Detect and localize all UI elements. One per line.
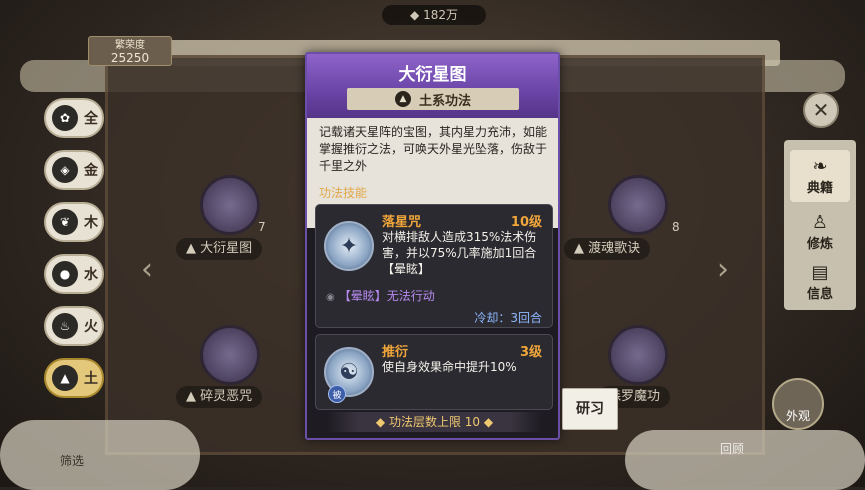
skills-section-title: 功法技能 [319, 186, 368, 200]
layer-limit-text: 功法层数上限 10 [388, 415, 481, 429]
technique-card-name: 渡魂歌诀 [588, 241, 641, 256]
side-tab-classics[interactable]: ❧ 典籍 [790, 150, 850, 202]
element-tab-label: 土 [84, 371, 98, 387]
metal-icon: ◈ [52, 157, 78, 183]
background-cloud [625, 430, 865, 490]
passive-badge-label: 被 [332, 390, 342, 401]
skill-card: ✦ 落星咒 10级 对横排敌人造成315%法术伤害，并以75%几率施加1回合【晕… [315, 204, 553, 328]
earth-icon: ▲ [52, 365, 78, 391]
study-button[interactable]: 研习 [562, 388, 618, 430]
close-button[interactable]: ✕ [803, 92, 839, 128]
ornament-icon: ◆ [480, 415, 494, 429]
bullet-icon: ◉ [326, 292, 335, 303]
passive-badge: 被 [328, 385, 346, 403]
technique-card-name: 碎灵恶咒 [200, 389, 253, 404]
technique-card-icon[interactable] [608, 325, 668, 385]
skill-cooldown: 冷却：3回合 [474, 311, 542, 325]
prev-page-arrow-icon[interactable]: ‹ [136, 250, 158, 290]
school-tag: ▲ 土系功法 [347, 88, 519, 110]
status-effect-text: 【晕眩】无法行动 [338, 289, 435, 303]
background-cloud [0, 420, 200, 490]
element-tab-label: 水 [84, 267, 98, 283]
element-tab-earth[interactable]: ▲ 土 [44, 358, 104, 398]
technique-detail-popup: 大衍星图 ▲ 土系功法 记载诸天星阵的宝图，其内星力充沛，如能掌握推衍之法，可唤… [305, 52, 560, 440]
back-button[interactable]: 回顾 [720, 440, 744, 457]
element-tab-wood[interactable]: ❦ 木 [44, 202, 104, 242]
appearance-label: 外观 [785, 409, 810, 423]
filter-button[interactable]: 筛选 [60, 452, 84, 469]
element-tab-label: 木 [84, 215, 98, 231]
technique-card-count: 8 [672, 220, 680, 234]
side-tab-info[interactable]: ▤ 信息 [790, 256, 850, 308]
meditation-icon: ♙ [811, 211, 829, 233]
skill-name: 落星咒 [382, 215, 422, 230]
technique-card-label[interactable]: ▲ 大衍星图 [176, 238, 263, 260]
appearance-button[interactable]: 外观 [772, 378, 824, 430]
element-tab-metal[interactable]: ◈ 金 [44, 150, 104, 190]
skill-description: 使自身效果命中提升10% [382, 360, 517, 374]
prosperity-value: 25250 [110, 51, 150, 65]
side-tab-label: 修炼 [806, 236, 833, 252]
currency-value: 182万 [423, 8, 458, 22]
popup-header: 大衍星图 ▲ 土系功法 [307, 54, 558, 118]
element-tab-label: 火 [84, 319, 98, 335]
technique-card-count: 7 [258, 220, 266, 234]
skill-card: ☯ 被 推衍 3级 使自身效果命中提升10% [315, 334, 553, 410]
next-page-arrow-icon[interactable]: › [712, 250, 734, 290]
side-tab-label: 信息 [806, 286, 833, 302]
deduction-skill-icon: ☯ 被 [324, 347, 374, 403]
skill-level: 3级 [519, 345, 542, 360]
technique-description: 记载诸天星阵的宝图，其内星力充沛，如能掌握推衍之法，可唤天外星光坠落，伤敌于千里… [319, 125, 548, 173]
layer-limit-bar: ◆ 功法层数上限 10 ◆ [327, 412, 542, 432]
technique-card-icon[interactable] [200, 175, 260, 235]
school-label: 土系功法 [418, 93, 471, 109]
school-icon: ▲ [186, 389, 201, 404]
water-icon: ● [52, 261, 78, 287]
technique-card-icon[interactable] [200, 325, 260, 385]
side-tab-label: 典籍 [806, 180, 833, 196]
falling-star-skill-icon: ✦ [324, 221, 374, 271]
element-tab-label: 金 [84, 163, 98, 179]
ornament-icon: ◆ [375, 415, 389, 429]
prosperity-panel: 繁荣度 25250 [88, 36, 172, 66]
technique-card-name: 大衍星图 [200, 241, 253, 256]
currency-display: ◆ 182万 [382, 5, 486, 25]
popup-title: 大衍星图 [398, 65, 467, 85]
skill-level: 10级 [510, 215, 542, 230]
technique-card-icon[interactable] [608, 175, 668, 235]
element-tab-water[interactable]: ● 水 [44, 254, 104, 294]
earth-school-icon: ▲ [394, 91, 411, 107]
school-icon: ▲ [574, 241, 589, 256]
all-icon: ✿ [52, 105, 78, 131]
book-icon: ❧ [812, 155, 828, 177]
wood-icon: ❦ [52, 209, 78, 235]
element-tab-label: 全 [84, 111, 98, 127]
skill-name: 推衍 [382, 345, 409, 360]
technique-card-label[interactable]: ▲ 渡魂歌诀 [564, 238, 651, 260]
school-icon: ▲ [186, 241, 201, 256]
status-effect-line: ◉ 【晕眩】无法行动 [326, 287, 435, 304]
skill-description: 对横排敌人造成315%法术伤害，并以75%几率施加1回合【晕眩】 [382, 230, 537, 276]
element-tab-fire[interactable]: ♨ 火 [44, 306, 104, 346]
scroll-icon: ▤ [811, 261, 829, 283]
technique-card-label[interactable]: ▲ 碎灵恶咒 [176, 386, 263, 408]
element-tab-all[interactable]: ✿ 全 [44, 98, 104, 138]
fire-icon: ♨ [52, 313, 78, 339]
side-tab-cultivate[interactable]: ♙ 修炼 [790, 206, 850, 258]
currency-icon: ◆ [410, 8, 424, 22]
